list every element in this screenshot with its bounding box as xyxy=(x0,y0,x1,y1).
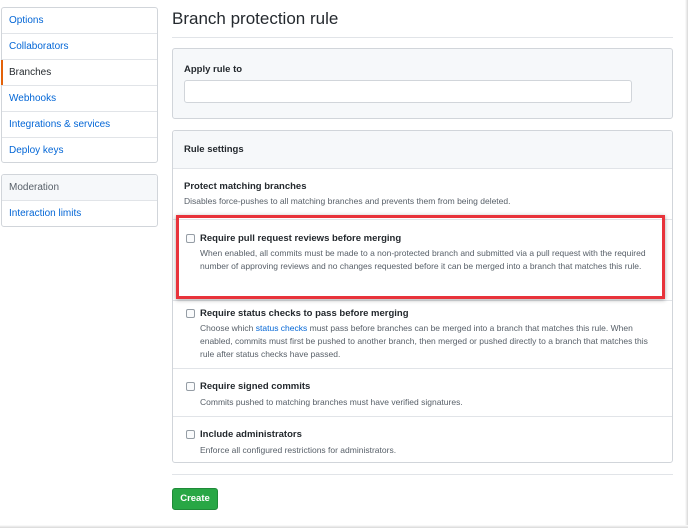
apply-rule-box: Apply rule to xyxy=(172,48,673,119)
apply-rule-label: Apply rule to xyxy=(184,64,243,75)
require-signed-commits-checkbox[interactable] xyxy=(186,382,195,391)
require-signed-commits-description: Commits pushed to matching branches must… xyxy=(200,397,463,407)
include-administrators-label[interactable]: Include administrators xyxy=(200,429,302,440)
require-reviews-checkbox[interactable] xyxy=(186,234,195,243)
option-require-status-checks: Require status checks to pass before mer… xyxy=(173,300,672,368)
protect-branches-description: Disables force-pushes to all matching br… xyxy=(184,196,511,206)
rule-settings-box: Rule settings Protect matching branches … xyxy=(172,130,673,463)
sidebar-item-deploy-keys[interactable]: Deploy keys xyxy=(2,138,157,164)
form-divider xyxy=(172,474,673,475)
status-checks-desc-before: Choose which xyxy=(200,323,256,333)
moderation-sidebar: Moderation Interaction limits xyxy=(1,174,158,227)
option-include-administrators: Include administrators Enforce all confi… xyxy=(173,416,672,462)
sidebar-item-branches[interactable]: Branches xyxy=(1,60,157,86)
include-administrators-description: Enforce all configured restrictions for … xyxy=(200,445,397,455)
sidebar-item-options[interactable]: Options xyxy=(2,8,157,34)
moderation-heading: Moderation xyxy=(2,175,157,201)
status-checks-link[interactable]: status checks xyxy=(256,323,308,333)
protect-branches-title: Protect matching branches xyxy=(184,181,307,192)
require-status-checks-description: Choose which status checks must pass bef… xyxy=(200,322,660,361)
sidebar-item-integrations[interactable]: Integrations & services xyxy=(2,112,157,138)
require-status-checks-label[interactable]: Require status checks to pass before mer… xyxy=(200,308,409,319)
page-title: Branch protection rule xyxy=(172,9,673,38)
option-require-reviews: Require pull request reviews before merg… xyxy=(173,219,672,300)
require-status-checks-checkbox[interactable] xyxy=(186,309,195,318)
require-signed-commits-label[interactable]: Require signed commits xyxy=(200,381,310,392)
require-reviews-label[interactable]: Require pull request reviews before merg… xyxy=(200,233,401,244)
require-reviews-description: When enabled, all commits must be made t… xyxy=(200,248,646,271)
sidebar-item-webhooks[interactable]: Webhooks xyxy=(2,86,157,112)
create-button[interactable]: Create xyxy=(172,488,218,510)
branch-pattern-input[interactable] xyxy=(184,80,632,103)
option-require-signed-commits: Require signed commits Commits pushed to… xyxy=(173,368,672,416)
settings-sidebar: Options Collaborators Branches Webhooks … xyxy=(1,7,158,163)
sidebar-item-interaction-limits[interactable]: Interaction limits xyxy=(2,201,157,227)
sidebar-item-collaborators[interactable]: Collaborators xyxy=(2,34,157,60)
rule-settings-header: Rule settings xyxy=(173,131,672,169)
include-administrators-checkbox[interactable] xyxy=(186,430,195,439)
